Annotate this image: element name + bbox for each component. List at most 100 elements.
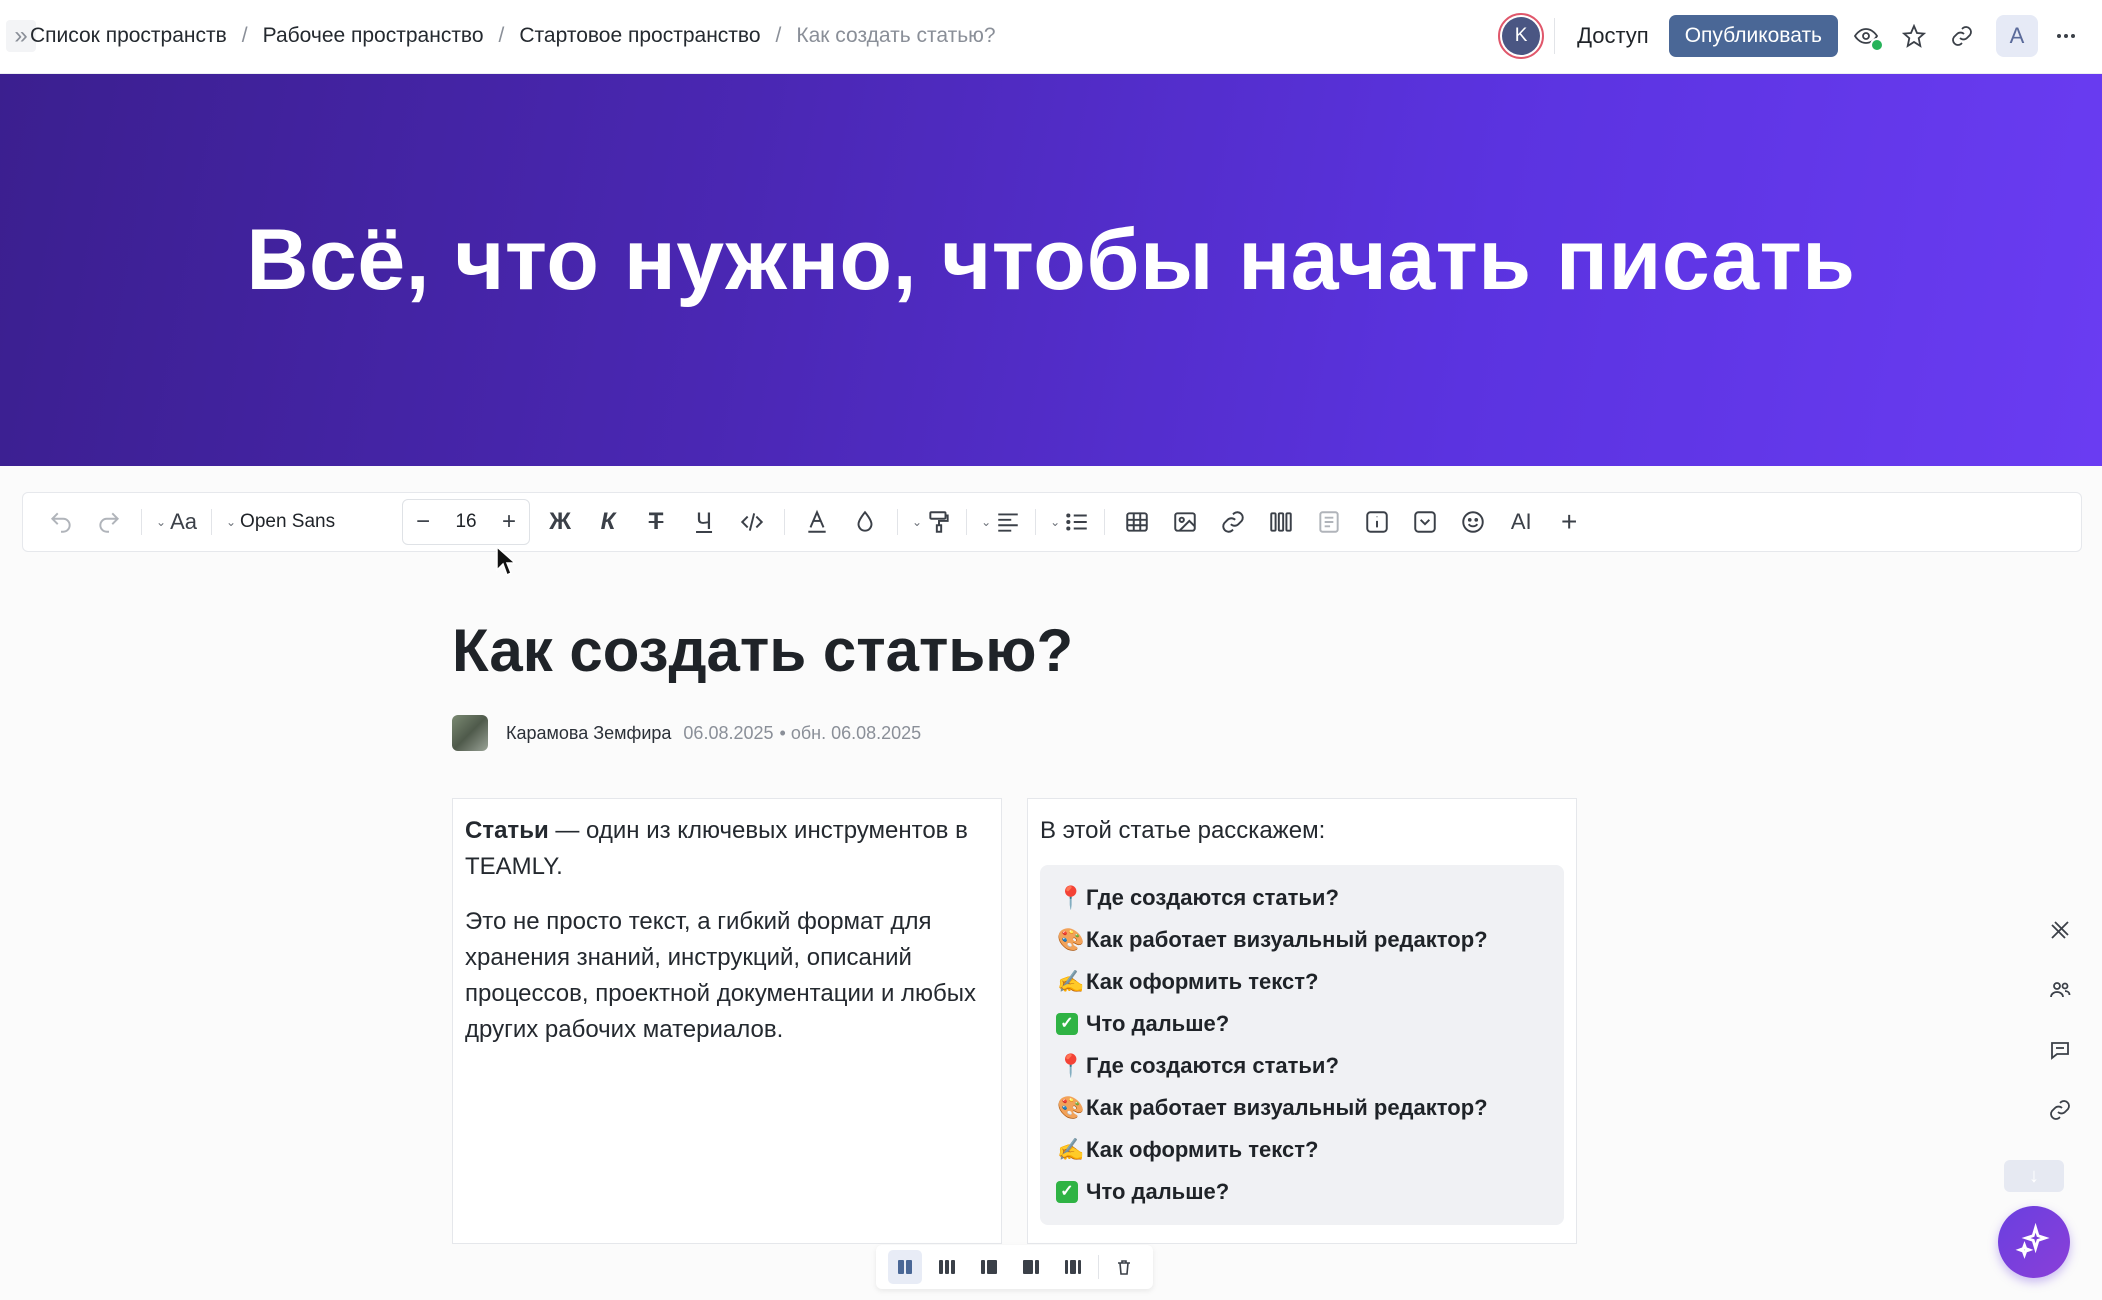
bullet-list-icon bbox=[1066, 513, 1087, 531]
toc-item-label: Где создаются статьи? bbox=[1086, 885, 1339, 910]
delete-layout-button[interactable] bbox=[1107, 1250, 1141, 1284]
breadcrumb-item-current: Как создать статью? bbox=[796, 24, 996, 47]
column-right[interactable]: В этой статье расскажем: 📍 Где создаются … bbox=[1027, 798, 1577, 1244]
tools-button[interactable] bbox=[2040, 910, 2080, 950]
toc-item[interactable]: 📍 Где создаются статьи? bbox=[1056, 1045, 1548, 1087]
insert-info-panel-button[interactable] bbox=[1359, 500, 1395, 544]
breadcrumb-separator: / bbox=[498, 24, 505, 47]
insert-more-button[interactable]: + bbox=[1551, 500, 1587, 544]
bold-button[interactable]: Ж bbox=[542, 500, 578, 544]
insert-template-button[interactable] bbox=[1311, 500, 1347, 544]
insert-link-button[interactable] bbox=[1215, 500, 1251, 544]
toc-item[interactable]: 🎨 Как работает визуальный редактор? bbox=[1056, 919, 1548, 961]
banner-title: Всё, что нужно, чтобы начать писать bbox=[246, 211, 1856, 308]
article-meta: Карамова Земфира 06.08.2025 • обн. 06.08… bbox=[452, 714, 921, 752]
breadcrumb-item-spaces-list[interactable]: Список пространств bbox=[30, 24, 227, 48]
font-size-stepper: − 16 + bbox=[402, 499, 531, 545]
scroll-down-button[interactable]: ↓ bbox=[2004, 1160, 2064, 1192]
font-family-dropdown[interactable]: ⌄ Open Sans bbox=[226, 500, 390, 544]
ai-assistant-button[interactable]: AI bbox=[1503, 500, 1539, 544]
text-style-glyph: Aa bbox=[170, 509, 197, 534]
code-button[interactable] bbox=[734, 500, 770, 544]
toc-item[interactable]: 🎨 Как работает визуальный редактор? bbox=[1056, 1087, 1548, 1129]
text-color-icon bbox=[808, 509, 826, 533]
plus-icon: + bbox=[1561, 506, 1578, 537]
redo-icon bbox=[99, 512, 120, 533]
code-icon bbox=[740, 513, 764, 531]
column-left[interactable]: Статьи — один из ключевых инструментов в… bbox=[452, 798, 1002, 1244]
redo-button[interactable] bbox=[91, 500, 127, 544]
user-avatar[interactable]: A bbox=[1996, 15, 2038, 57]
toc-item-label: Что дальше? bbox=[1086, 1011, 1230, 1036]
favorite-button[interactable] bbox=[1894, 16, 1934, 56]
table-of-contents: 📍 Где создаются статьи? 🎨 Как работает виз… bbox=[1040, 865, 1564, 1225]
font-size-increase-button[interactable]: + bbox=[489, 508, 529, 536]
right-sidebar-layout-icon bbox=[1023, 1260, 1039, 1274]
paragraph: Это не просто текст, а гибкий формат для… bbox=[465, 908, 977, 1043]
layout-two-columns-button[interactable] bbox=[888, 1250, 922, 1284]
toc-item-label: Что дальше? bbox=[1086, 1179, 1230, 1204]
users-icon bbox=[2050, 982, 2071, 998]
undo-button[interactable] bbox=[43, 500, 79, 544]
mouse-cursor-icon bbox=[496, 546, 516, 577]
chevron-down-icon: ⌄ bbox=[1050, 515, 1061, 529]
two-columns-icon bbox=[898, 1260, 912, 1274]
insert-toggle-button[interactable] bbox=[1407, 500, 1443, 544]
underline-button[interactable]: Ч bbox=[686, 500, 722, 544]
toc-item[interactable]: ✍ Как оформить текст? bbox=[1056, 961, 1548, 1003]
layout-left-sidebar-button[interactable] bbox=[972, 1250, 1006, 1284]
breadcrumb-item-workspace[interactable]: Рабочее пространство bbox=[263, 24, 484, 48]
italic-button[interactable]: К bbox=[590, 500, 626, 544]
text-color-button[interactable] bbox=[799, 500, 835, 544]
ai-assistant-fab[interactable] bbox=[1998, 1206, 2070, 1278]
insert-emoji-button[interactable] bbox=[1455, 500, 1491, 544]
share-link-button[interactable] bbox=[2040, 1090, 2080, 1130]
font-size-value[interactable]: 16 bbox=[443, 511, 489, 533]
list-dropdown[interactable]: ⌄ bbox=[1050, 500, 1090, 544]
publish-button[interactable]: Опубликовать bbox=[1668, 15, 1838, 57]
align-left-icon bbox=[998, 513, 1018, 532]
author-avatar[interactable] bbox=[452, 715, 488, 751]
writing-hand-icon: ✍ bbox=[1057, 1137, 1085, 1162]
comments-button[interactable] bbox=[2040, 1030, 2080, 1070]
chevron-down-icon: ⌄ bbox=[981, 515, 992, 529]
undo-icon bbox=[50, 512, 71, 533]
left-sidebar-layout-icon bbox=[981, 1260, 997, 1274]
strikethrough-button[interactable]: Т bbox=[638, 500, 674, 544]
copy-link-button[interactable] bbox=[1942, 16, 1982, 56]
divider bbox=[1035, 509, 1037, 535]
collaborator-avatar[interactable]: K bbox=[1498, 13, 1545, 59]
more-dots-icon bbox=[2057, 34, 2075, 38]
more-button[interactable] bbox=[2046, 16, 2086, 56]
editor-toolbar: ⌄ Aa ⌄ Open Sans − 16 + Ж К Т Ч ⌄ ⌄ ⌄ AI… bbox=[22, 492, 2082, 552]
divider bbox=[1554, 18, 1556, 54]
highlight-color-button[interactable] bbox=[847, 500, 883, 544]
insert-columns-button[interactable] bbox=[1263, 500, 1299, 544]
toc-item[interactable]: ✓ Что дальше? bbox=[1056, 1171, 1548, 1213]
toc-item[interactable]: ✓ Что дальше? bbox=[1056, 1003, 1548, 1045]
insert-image-button[interactable] bbox=[1167, 500, 1203, 544]
align-dropdown[interactable]: ⌄ bbox=[981, 500, 1021, 544]
bold-text: Статьи bbox=[465, 817, 549, 844]
watch-button[interactable] bbox=[1846, 16, 1886, 56]
format-painter-dropdown[interactable]: ⌄ bbox=[912, 500, 952, 544]
layout-three-columns-button[interactable] bbox=[930, 1250, 964, 1284]
members-button[interactable] bbox=[2040, 970, 2080, 1010]
layout-three-sidebars-button[interactable] bbox=[1056, 1250, 1090, 1284]
toc-item[interactable]: ✍ Как оформить текст? bbox=[1056, 1129, 1548, 1171]
text-style-dropdown[interactable]: ⌄ Aa bbox=[156, 500, 197, 544]
divider bbox=[141, 509, 142, 535]
layout-right-sidebar-button[interactable] bbox=[1014, 1250, 1048, 1284]
toc-item[interactable]: 📍 Где создаются статьи? bbox=[1056, 877, 1548, 919]
underline-glyph: Ч bbox=[696, 508, 713, 535]
divider bbox=[897, 509, 899, 535]
font-size-decrease-button[interactable]: − bbox=[403, 508, 443, 536]
page-title[interactable]: Как создать статью? bbox=[452, 616, 1073, 685]
table-icon bbox=[1126, 512, 1148, 532]
access-button[interactable]: Доступ bbox=[1569, 23, 1657, 49]
author-name[interactable]: Карамова Земфира bbox=[506, 723, 671, 744]
breadcrumb-item-start-space[interactable]: Стартовое пространство bbox=[519, 24, 760, 48]
toc-item-label: Как оформить текст? bbox=[1086, 969, 1319, 994]
insert-table-button[interactable] bbox=[1119, 500, 1155, 544]
column-layout-picker bbox=[876, 1245, 1153, 1289]
